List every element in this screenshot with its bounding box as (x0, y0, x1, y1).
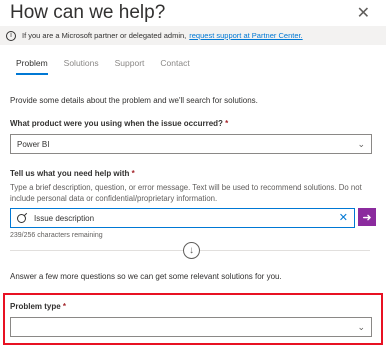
search-input-value: Issue description (34, 213, 95, 223)
chevron-down-icon: ⌄ (357, 139, 365, 149)
product-select[interactable]: Power BI ⌄ (10, 134, 372, 154)
arrow-right-icon: ➜ (362, 211, 372, 224)
clear-icon[interactable]: ✕ (339, 211, 348, 224)
expand-down-button[interactable]: ↓ (183, 242, 200, 259)
required-mark: * (62, 302, 67, 311)
tab-list: Problem Solutions Support Contact (16, 58, 190, 76)
help-label-text: Tell us what you need help with (10, 169, 130, 178)
required-mark: * (131, 169, 135, 178)
close-icon[interactable]: ✕ (357, 3, 370, 23)
partner-banner: i If you are a Microsoft partner or dele… (0, 26, 386, 45)
help-label: Tell us what you need help with * (10, 169, 135, 178)
character-counter: 239/256 characters remaining (10, 232, 103, 239)
intro-text: Provide some details about the problem a… (10, 96, 258, 105)
problem-type-select[interactable]: ⌄ (10, 317, 372, 337)
panel-title: How can we help? (10, 2, 166, 23)
product-label-text: What product were you using when the iss… (10, 119, 223, 128)
help-hint: Type a brief description, question, or e… (10, 183, 362, 203)
problem-type-label-text: Problem type (10, 302, 61, 311)
product-select-value: Power BI (17, 139, 50, 149)
partner-center-link[interactable]: request support at Partner Center. (189, 31, 302, 40)
problem-type-label: Problem type * (10, 302, 66, 311)
tab-contact[interactable]: Contact (160, 58, 189, 76)
product-label: What product were you using when the iss… (10, 119, 228, 128)
search-icon (15, 211, 28, 225)
tab-support[interactable]: Support (115, 58, 145, 76)
info-icon: i (6, 30, 16, 41)
tab-solutions[interactable]: Solutions (64, 58, 99, 76)
required-mark: * (225, 119, 229, 128)
banner-text: If you are a Microsoft partner or delega… (22, 31, 187, 40)
arrow-down-icon: ↓ (189, 245, 194, 256)
more-questions-text: Answer a few more questions so we can ge… (10, 272, 282, 281)
issue-search-input[interactable]: Issue description ✕ (10, 208, 355, 228)
submit-arrow-button[interactable]: ➜ (358, 208, 376, 226)
chevron-down-icon: ⌄ (357, 322, 365, 332)
tab-problem[interactable]: Problem (16, 58, 48, 76)
